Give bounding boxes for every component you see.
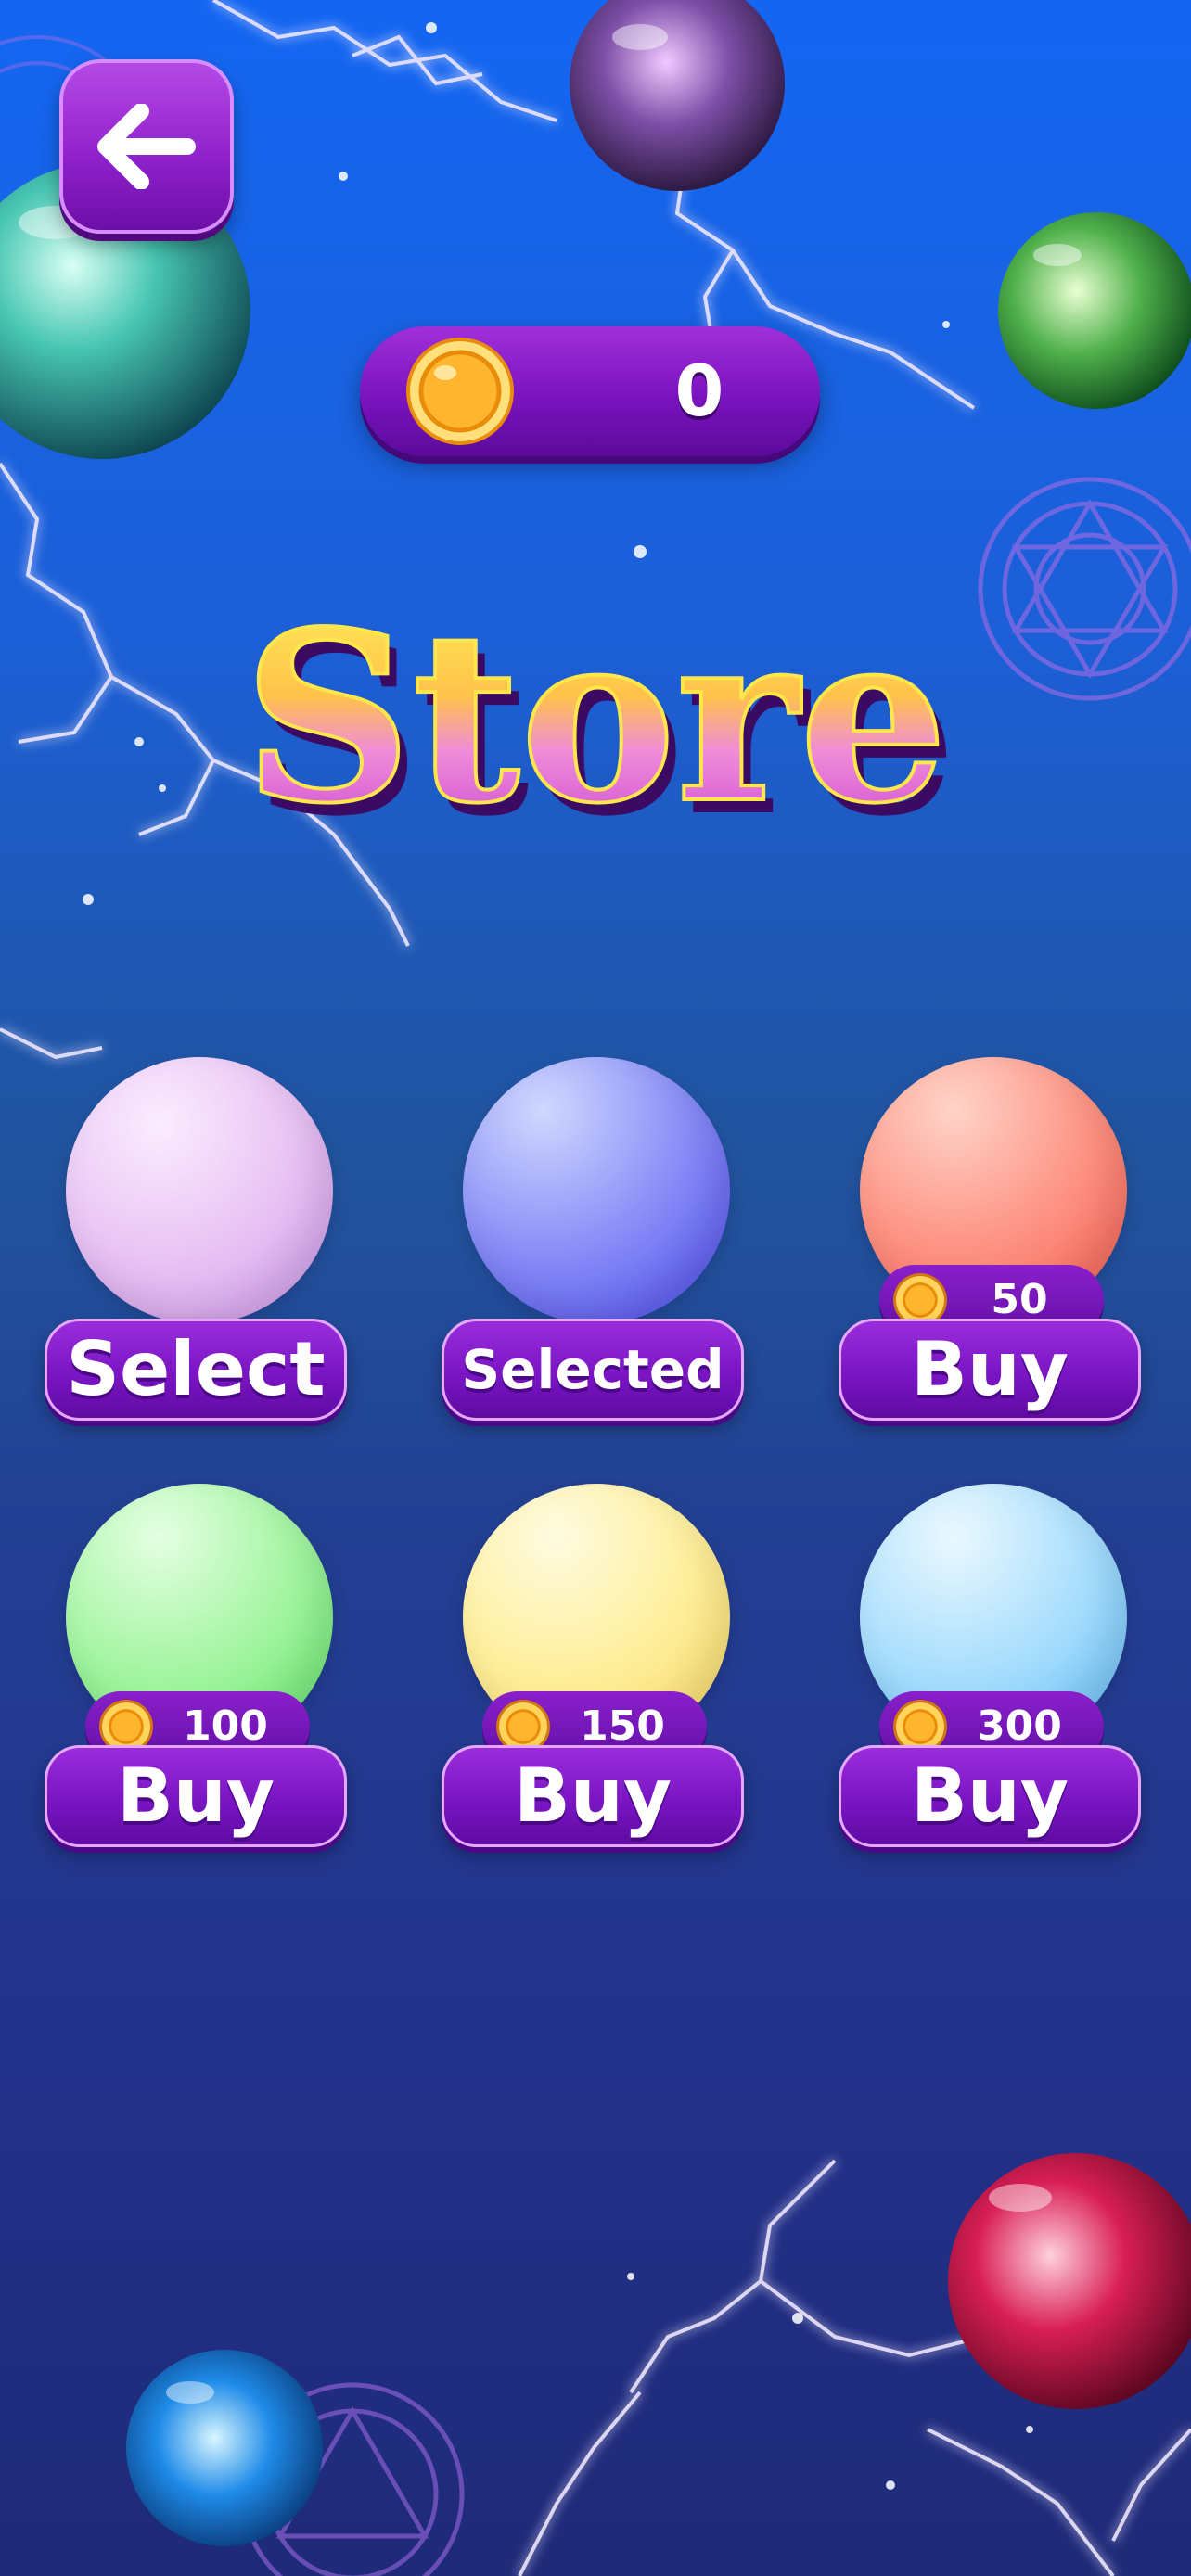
item-card-1: Select — [45, 1057, 351, 1484]
ball-skin-blue — [463, 1057, 730, 1324]
buy-button[interactable]: Buy — [839, 1319, 1141, 1421]
magic-circle-right — [978, 477, 1191, 701]
item-card-6: 300 Buy — [839, 1484, 1145, 1910]
coin-icon — [102, 1702, 150, 1751]
ball-skin-lilac — [66, 1057, 333, 1324]
item-card-3: 50 Buy — [839, 1057, 1145, 1484]
coin-balance: 0 — [360, 326, 820, 456]
coin-icon — [896, 1702, 944, 1751]
store-title-text: Store — [243, 580, 948, 853]
orb-green-decoration — [998, 212, 1191, 409]
buy-button[interactable]: Buy — [839, 1745, 1141, 1847]
coin-icon — [499, 1702, 547, 1751]
orb-purple-decoration — [570, 0, 785, 191]
buy-button[interactable]: Buy — [45, 1745, 347, 1847]
item-card-4: 100 Buy — [45, 1484, 351, 1910]
coin-icon — [406, 338, 514, 445]
item-card-5: 150 Buy — [442, 1484, 748, 1910]
coin-balance-value: 0 — [674, 350, 724, 432]
buy-button[interactable]: Buy — [442, 1745, 744, 1847]
select-button[interactable]: Select — [45, 1319, 347, 1421]
selected-button[interactable]: Selected — [442, 1319, 744, 1421]
back-button[interactable] — [59, 59, 234, 234]
store-title: Store Store — [241, 579, 957, 853]
orb-red-decoration — [948, 2153, 1191, 2409]
arrow-left-icon — [97, 104, 196, 189]
orb-blue-decoration — [126, 2350, 323, 2546]
item-card-2: Selected — [442, 1057, 748, 1484]
coin-icon — [896, 1276, 944, 1324]
